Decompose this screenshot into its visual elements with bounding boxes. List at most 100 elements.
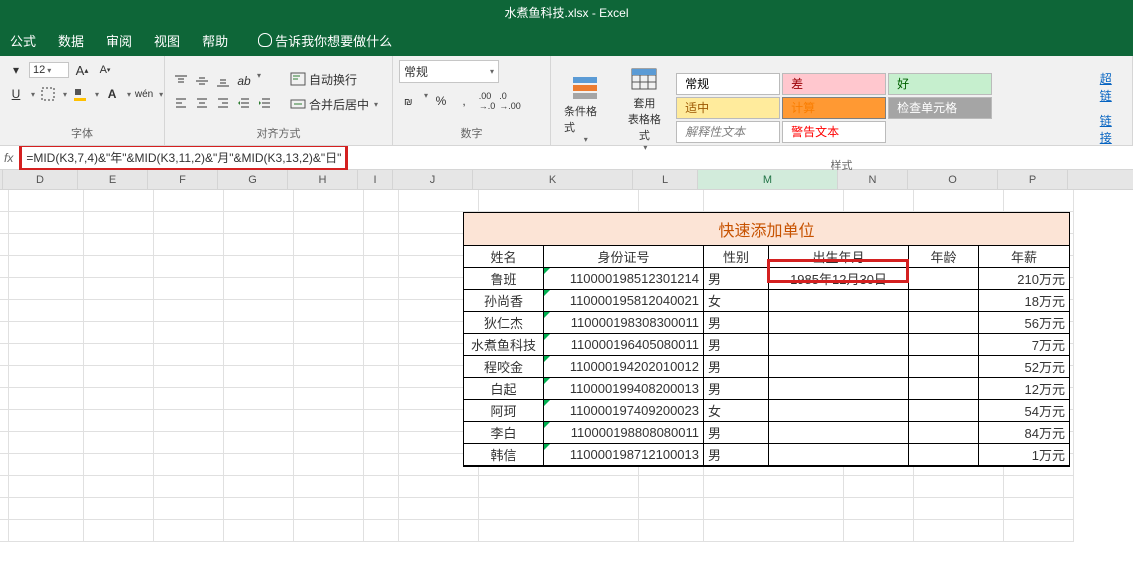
cell[interactable] xyxy=(154,476,224,498)
td-sex[interactable]: 男 xyxy=(704,312,769,334)
td-age[interactable] xyxy=(909,400,979,422)
td-salary[interactable]: 12万元 xyxy=(979,378,1069,400)
cell[interactable] xyxy=(9,322,84,344)
border-icon[interactable] xyxy=(38,84,58,104)
cell[interactable] xyxy=(154,344,224,366)
cell[interactable] xyxy=(364,454,399,476)
align-bottom-icon[interactable] xyxy=(213,71,233,91)
cell[interactable] xyxy=(224,234,294,256)
col-header-k[interactable]: K xyxy=(473,170,633,189)
cell[interactable] xyxy=(154,410,224,432)
cell[interactable] xyxy=(224,212,294,234)
tab-review[interactable]: 审阅 xyxy=(106,31,132,50)
cell[interactable] xyxy=(224,476,294,498)
td-dob[interactable] xyxy=(769,444,909,466)
cell[interactable] xyxy=(1004,520,1074,542)
td-age[interactable] xyxy=(909,422,979,444)
td-dob[interactable] xyxy=(769,356,909,378)
cell[interactable] xyxy=(294,454,364,476)
cell[interactable] xyxy=(844,190,914,212)
format-as-table-button[interactable]: 套用 表格格式 ▾ xyxy=(617,60,673,155)
td-id[interactable]: 110000198808080011 xyxy=(544,422,704,444)
cell[interactable] xyxy=(84,344,154,366)
conditional-format-button[interactable]: 条件格式 ▾ xyxy=(557,68,613,147)
cell[interactable] xyxy=(479,190,639,212)
style-warn[interactable]: 警告文本 xyxy=(782,121,886,143)
cell[interactable] xyxy=(914,190,1004,212)
cell[interactable] xyxy=(224,300,294,322)
font-size-input[interactable]: 12▾ xyxy=(29,62,69,78)
td-dob[interactable] xyxy=(769,334,909,356)
cell[interactable] xyxy=(294,344,364,366)
style-neutral[interactable]: 适中 xyxy=(676,97,780,119)
cell[interactable] xyxy=(294,322,364,344)
cell[interactable] xyxy=(294,190,364,212)
cell-grid[interactable]: // generated below 快速添加单位 姓名 身份证号 性别 出生年… xyxy=(0,190,1133,542)
increase-decimal-icon[interactable]: .00→.0 xyxy=(477,91,497,111)
td-name[interactable]: 程咬金 xyxy=(464,356,544,378)
td-age[interactable] xyxy=(909,444,979,466)
cell[interactable] xyxy=(154,498,224,520)
td-sex[interactable]: 女 xyxy=(704,400,769,422)
align-left-icon[interactable] xyxy=(171,93,191,113)
td-sex[interactable]: 男 xyxy=(704,422,769,444)
cell[interactable] xyxy=(0,300,9,322)
td-name[interactable]: 鲁班 xyxy=(464,268,544,290)
cell[interactable] xyxy=(399,476,479,498)
col-header-g[interactable]: G xyxy=(218,170,288,189)
style-bad[interactable]: 差 xyxy=(782,73,886,95)
cell[interactable] xyxy=(84,476,154,498)
cell[interactable] xyxy=(294,476,364,498)
style-check[interactable]: 检查单元格 xyxy=(888,97,992,119)
cell[interactable] xyxy=(84,300,154,322)
cell[interactable] xyxy=(154,300,224,322)
td-id[interactable]: 110000196405080011 xyxy=(544,334,704,356)
cell[interactable] xyxy=(0,322,9,344)
cell[interactable] xyxy=(84,498,154,520)
col-header-d[interactable]: D xyxy=(3,170,78,189)
cell[interactable] xyxy=(84,520,154,542)
cell[interactable] xyxy=(84,366,154,388)
td-id[interactable]: 110000195812040021 xyxy=(544,290,704,312)
cell[interactable] xyxy=(0,234,9,256)
cell[interactable] xyxy=(294,432,364,454)
td-name[interactable]: 白起 xyxy=(464,378,544,400)
col-header-f[interactable]: F xyxy=(148,170,218,189)
cell[interactable] xyxy=(154,256,224,278)
cell[interactable] xyxy=(224,256,294,278)
td-dob[interactable]: 1985年12月30日 xyxy=(769,268,909,290)
td-salary[interactable]: 18万元 xyxy=(979,290,1069,312)
cell[interactable] xyxy=(364,190,399,212)
cell[interactable] xyxy=(294,278,364,300)
col-header-h[interactable]: H xyxy=(288,170,358,189)
td-dob[interactable] xyxy=(769,378,909,400)
td-age[interactable] xyxy=(909,290,979,312)
percent-icon[interactable]: % xyxy=(431,91,451,111)
cell[interactable] xyxy=(294,256,364,278)
td-id[interactable]: 110000198712100013 xyxy=(544,444,704,466)
font-color-icon[interactable]: A xyxy=(102,84,122,104)
cell[interactable] xyxy=(294,300,364,322)
cell[interactable] xyxy=(84,278,154,300)
cell[interactable] xyxy=(9,278,84,300)
cell[interactable] xyxy=(704,190,844,212)
cell[interactable] xyxy=(639,190,704,212)
cell[interactable] xyxy=(364,432,399,454)
cell[interactable] xyxy=(9,344,84,366)
wrap-text-button[interactable]: 自动换行 xyxy=(285,68,383,91)
decrease-font-icon[interactable]: A▾ xyxy=(95,60,115,80)
cell[interactable] xyxy=(704,498,844,520)
cell[interactable] xyxy=(0,256,9,278)
col-header-i[interactable]: I xyxy=(358,170,393,189)
td-name[interactable]: 水煮鱼科技 xyxy=(464,334,544,356)
td-id[interactable]: 110000198512301214 xyxy=(544,268,704,290)
cell[interactable] xyxy=(154,432,224,454)
td-age[interactable] xyxy=(909,356,979,378)
cell[interactable] xyxy=(364,388,399,410)
cell[interactable] xyxy=(364,234,399,256)
cell[interactable] xyxy=(154,520,224,542)
cell[interactable] xyxy=(84,322,154,344)
cell[interactable] xyxy=(0,366,9,388)
td-dob[interactable] xyxy=(769,312,909,334)
td-salary[interactable]: 84万元 xyxy=(979,422,1069,444)
